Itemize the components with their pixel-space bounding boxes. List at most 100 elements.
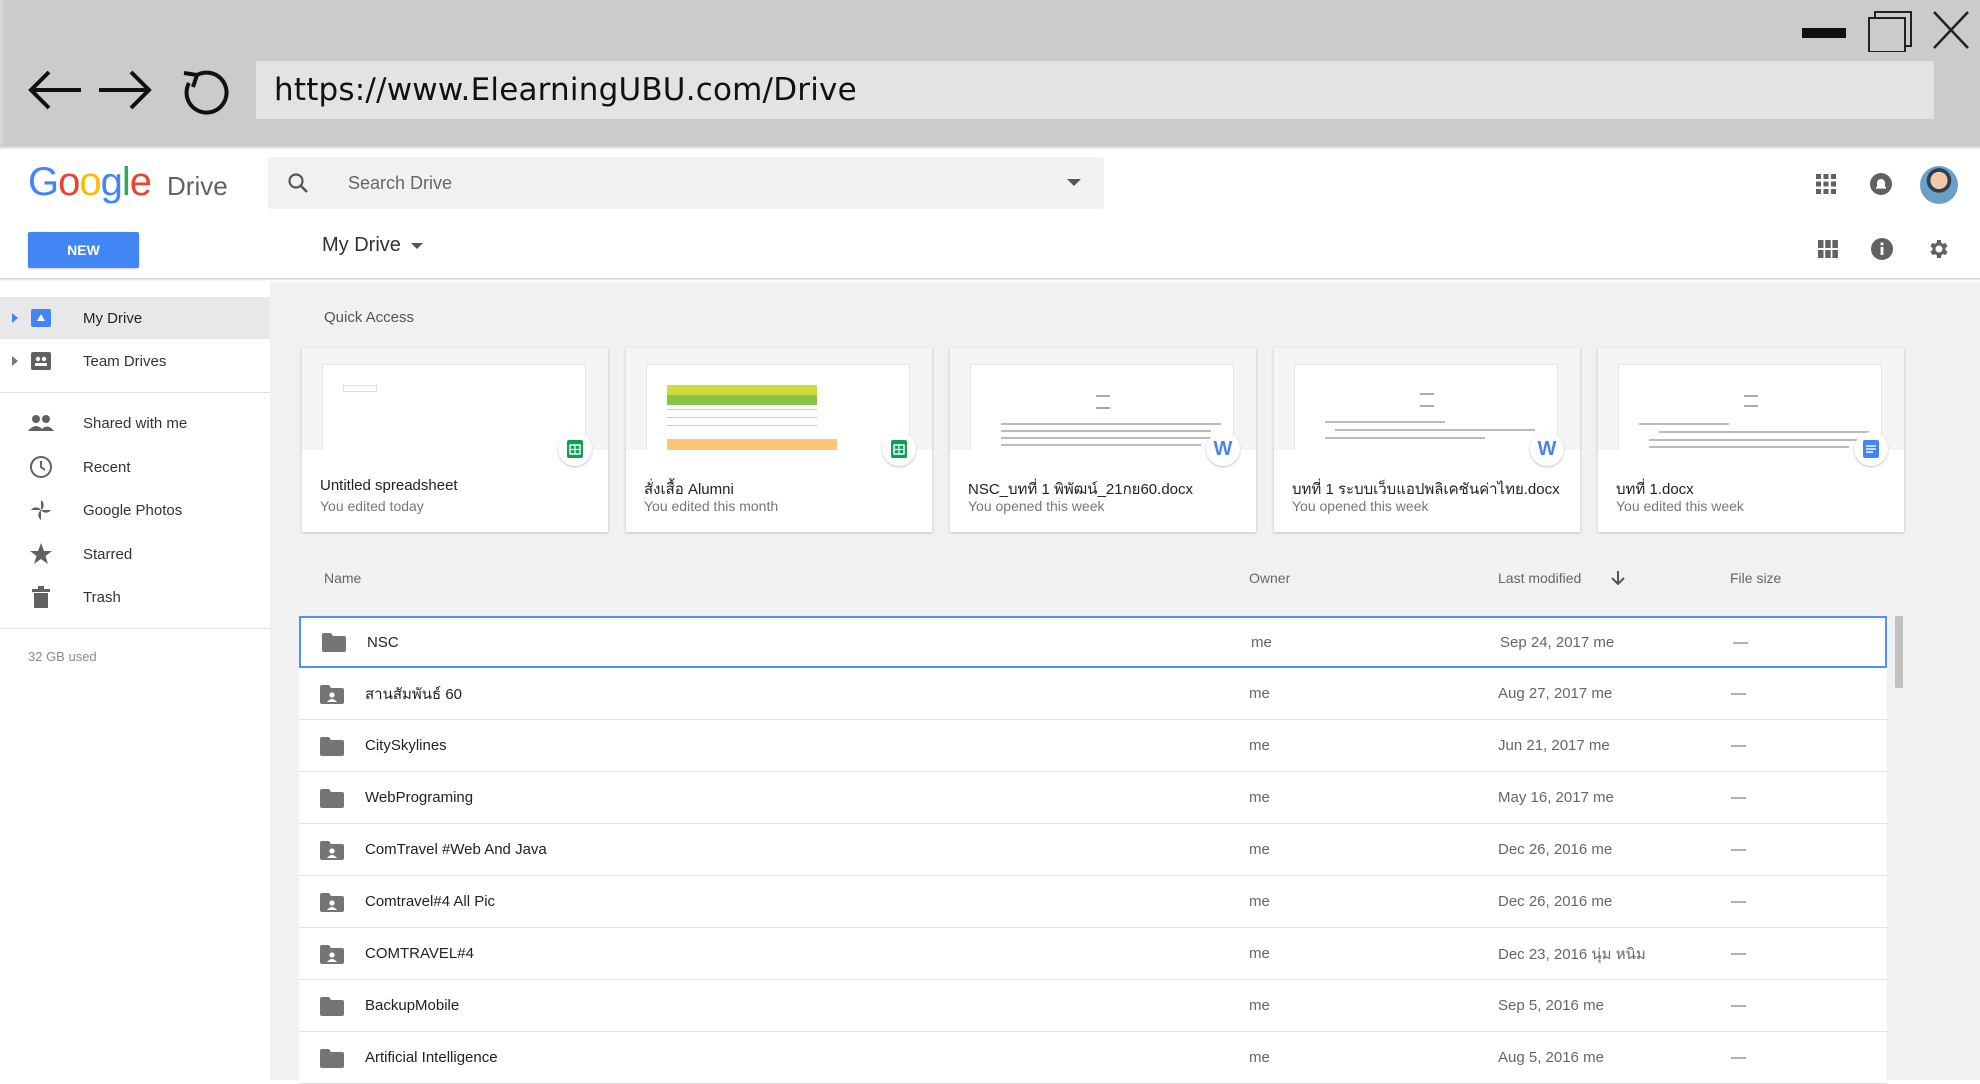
- grid-view-icon[interactable]: [1810, 231, 1846, 267]
- row-file-size: —: [1731, 737, 1746, 754]
- quick-access-card[interactable]: Untitled spreadsheet You edited today: [302, 348, 608, 532]
- search-options-dropdown-icon[interactable]: [1044, 179, 1104, 187]
- back-arrow-icon[interactable]: [25, 62, 85, 118]
- card-activity: You opened this week: [968, 498, 1105, 514]
- quick-access-card[interactable]: บทที่ 1.docx You edited this week: [1598, 348, 1904, 532]
- column-header-file-size[interactable]: File size: [1730, 570, 1781, 586]
- sidebar-item-label: My Drive: [83, 309, 143, 327]
- main-content: Quick Access Untitled spreadsheet You ed…: [270, 282, 1980, 1084]
- close-icon[interactable]: [1926, 8, 1974, 52]
- shared-icon: [28, 410, 54, 436]
- card-activity: You edited this week: [1616, 498, 1744, 514]
- card-file-name: Untitled spreadsheet: [320, 477, 458, 494]
- sidebar-item-label: Team Drives: [83, 352, 167, 370]
- row-last-modified: Dec 26, 2016 me: [1498, 841, 1613, 858]
- minimize-icon[interactable]: [1800, 8, 1848, 52]
- quick-access-card[interactable]: สั่งเสื้อ Alumni You edited this month: [626, 348, 932, 532]
- location-dropdown[interactable]: My Drive: [322, 234, 423, 257]
- sidebar-item-recent[interactable]: Recent: [0, 446, 270, 488]
- folder-icon: [319, 1047, 345, 1069]
- shared-folder-icon: [319, 683, 345, 705]
- settings-gear-icon[interactable]: [1920, 231, 1956, 267]
- storage-usage: 32 GB used: [28, 649, 97, 664]
- search-bar[interactable]: [268, 157, 1104, 209]
- row-owner: me: [1249, 685, 1270, 702]
- table-row[interactable]: BackupMobile me Sep 5, 2016 me —: [299, 980, 1887, 1032]
- file-thumbnail: [970, 364, 1234, 450]
- photos-icon: [28, 497, 54, 523]
- shared-folder-icon: [319, 891, 345, 913]
- row-file-size: —: [1731, 1049, 1746, 1066]
- sidebar-item-my-drive[interactable]: My Drive: [0, 297, 270, 339]
- column-header-last-modified[interactable]: Last modified: [1498, 570, 1625, 586]
- maximize-icon[interactable]: [1865, 8, 1913, 52]
- file-list: NSC me Sep 24, 2017 me — สานสัมพันธ์ 60 me Aug…: [299, 616, 1887, 1084]
- row-last-modified: Sep 5, 2016 me: [1498, 997, 1604, 1014]
- quick-access-card[interactable]: W NSC_บทที่ 1 พิพัฒน์_21กย60.docx You op…: [950, 348, 1256, 532]
- row-owner: me: [1249, 1049, 1270, 1066]
- info-icon[interactable]: [1864, 231, 1900, 267]
- expand-arrow-icon[interactable]: [12, 313, 18, 323]
- sidebar-item-trash[interactable]: Trash: [0, 576, 270, 618]
- sidebar-item-team-drives[interactable]: Team Drives: [0, 340, 270, 382]
- sheets-icon: [882, 432, 916, 466]
- address-bar[interactable]: https://www.ElearningUBU.com/Drive: [256, 61, 1934, 119]
- column-header-name[interactable]: Name: [324, 570, 361, 586]
- notifications-icon[interactable]: [1863, 166, 1899, 202]
- column-header-owner[interactable]: Owner: [1249, 570, 1290, 586]
- sidebar-item-label: Trash: [83, 588, 121, 606]
- sidebar-item-shared-with-me[interactable]: Shared with me: [0, 402, 270, 444]
- row-file-name: Comtravel#4 All Pic: [365, 893, 496, 910]
- toolbar-divider: [0, 278, 1980, 281]
- page-title: My Drive: [322, 234, 401, 256]
- card-activity: You edited this month: [644, 498, 779, 514]
- row-owner: me: [1249, 893, 1270, 910]
- table-row[interactable]: WebPrograming me May 16, 2017 me —: [299, 772, 1887, 824]
- table-row[interactable]: CitySkylines me Jun 21, 2017 me —: [299, 720, 1887, 772]
- row-owner: me: [1249, 737, 1270, 754]
- drive-icon: [28, 305, 54, 331]
- expand-arrow-icon[interactable]: [12, 356, 18, 366]
- sidebar-divider: [0, 628, 270, 629]
- forward-arrow-icon[interactable]: [95, 62, 155, 118]
- sidebar-divider: [0, 392, 270, 393]
- table-row[interactable]: COMTRAVEL#4 me Dec 23, 2016 นุ่ม หนิม —: [299, 928, 1887, 980]
- google-drive-logo[interactable]: Google Drive: [28, 160, 228, 204]
- row-owner: me: [1249, 841, 1270, 858]
- sidebar-item-google-photos[interactable]: Google Photos: [0, 489, 270, 531]
- table-row[interactable]: NSC me Sep 24, 2017 me —: [299, 616, 1887, 668]
- quick-access-card[interactable]: W บทที่ 1 ระบบเว็บแอปพลิเคชันค่าไทย.docx…: [1274, 348, 1580, 532]
- trash-icon: [28, 584, 54, 610]
- new-button[interactable]: NEW: [28, 232, 139, 268]
- shared-folder-icon: [319, 839, 345, 861]
- folder-icon: [319, 735, 345, 757]
- reload-icon[interactable]: [173, 62, 233, 118]
- row-file-size: —: [1731, 945, 1746, 962]
- row-file-size: —: [1731, 997, 1746, 1014]
- table-row[interactable]: สานสัมพันธ์ 60 me Aug 27, 2017 me —: [299, 668, 1887, 720]
- table-row[interactable]: Artificial Intelligence me Aug 5, 2016 me —: [299, 1032, 1887, 1084]
- team-drives-icon: [28, 348, 54, 374]
- scrollbar-thumb[interactable]: [1895, 616, 1903, 688]
- search-input[interactable]: [328, 172, 1044, 194]
- card-activity: You edited today: [320, 498, 424, 514]
- folder-icon: [321, 631, 347, 653]
- card-activity: You opened this week: [1292, 498, 1429, 514]
- word-icon: W: [1206, 432, 1240, 466]
- avatar[interactable]: [1920, 166, 1958, 204]
- apps-grid-icon[interactable]: [1808, 166, 1844, 202]
- table-row[interactable]: Comtravel#4 All Pic me Dec 26, 2016 me —: [299, 876, 1887, 928]
- row-last-modified: Dec 23, 2016 นุ่ม หนิม: [1498, 945, 1646, 963]
- sidebar-item-starred[interactable]: Starred: [0, 533, 270, 575]
- shared-folder-icon: [319, 943, 345, 965]
- row-file-size: —: [1733, 633, 1748, 651]
- file-thumbnail: [1294, 364, 1558, 450]
- table-row[interactable]: ComTravel #Web And Java me Dec 26, 2016 me…: [299, 824, 1887, 876]
- row-last-modified: Dec 26, 2016 me: [1498, 893, 1613, 910]
- row-file-size: —: [1731, 893, 1746, 910]
- row-file-size: —: [1731, 685, 1746, 702]
- search-icon[interactable]: [268, 172, 328, 194]
- drive-wordmark: Drive: [167, 171, 228, 201]
- sort-arrow-down-icon[interactable]: [1611, 570, 1625, 586]
- folder-icon: [319, 995, 345, 1017]
